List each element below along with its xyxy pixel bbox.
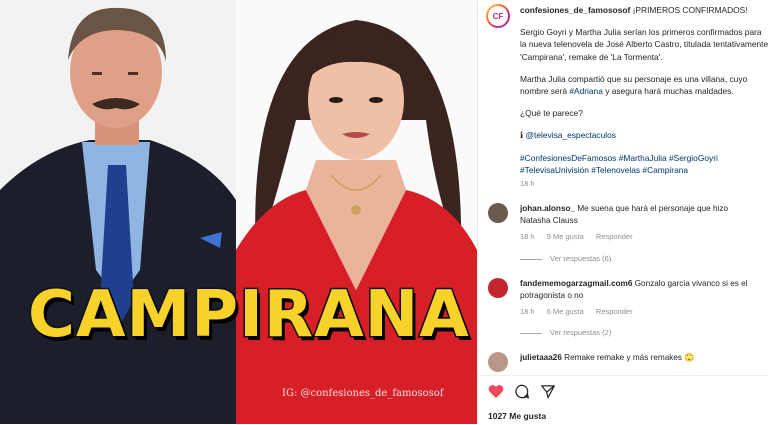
comment-username[interactable]: fandememogarzagmail.com6 [520,279,632,288]
caption-title: ¡PRIMEROS CONFIRMADOS! [632,5,748,15]
comment-text-row: fandememogarzagmail.com6 Gonzalo garcia … [520,278,760,302]
comment-time: 18 h [520,232,535,241]
commenter-avatar[interactable] [488,278,508,298]
action-bar: 1027 Me gusta [478,375,768,425]
comment-time: 18 h [520,307,535,316]
commenter-avatar[interactable] [488,352,508,372]
hashtag-adriana[interactable]: #Adriana [569,86,603,96]
comment-meta: 18 h 9 Me gusta Responder [520,231,760,243]
woman-illustration [236,0,477,424]
post-time: 18 h [520,179,535,189]
comment-meta: 18 h 6 Me gusta Responder [520,306,760,318]
account-avatar[interactable]: CF [486,4,510,28]
caption-text: y asegura hará muchas maldades. [602,86,734,97]
likes-count[interactable]: 1027 Me gusta [488,411,546,421]
caption-header: confesiones_de_famososof ¡PRIMEROS CONFI… [520,4,768,16]
comment-text-row: julietaaa26 Remake remake y más remakes … [520,352,760,364]
share-icon[interactable] [540,384,556,404]
avatar-initials: CF [488,6,508,26]
caption-paragraph-2: Martha Julia compartió que su personaje … [520,73,768,97]
comment-text-row: johan.alonso_ Me suena que hará el perso… [520,203,760,227]
photo-woman [236,0,477,424]
replies-divider [520,258,542,260]
post-username[interactable]: confesiones_de_famososof [520,5,630,15]
comment-body: julietaaa26 Remake remake y más remakes … [520,352,760,364]
view-replies-button[interactable]: Ver respuestas (6) [520,254,611,263]
view-replies-button[interactable]: Ver respuestas (2) [520,328,611,337]
post-image[interactable]: CAMPIRANA IG: @confesiones_de_famososof [0,0,477,424]
action-icons [488,384,556,404]
caption-hashtags: #ConfesionesDeFamosos #MarthaJulia #Serg… [520,152,768,176]
view-replies-label: Ver respuestas (6) [550,254,612,263]
commenter-avatar[interactable] [488,203,508,223]
view-replies-label: Ver respuestas (2) [550,328,612,337]
reply-button[interactable]: Responder [596,232,633,241]
photo-man [0,0,236,424]
reply-button[interactable]: Responder [596,307,633,316]
post-sidebar: CF confesiones_de_famososof ¡PRIMEROS CO… [477,0,768,425]
comment-text: Remake remake y más remakes 🙄 [564,353,695,362]
heart-icon[interactable] [488,384,504,404]
comment-username[interactable]: johan.alonso_ [520,204,575,213]
mention-televisa[interactable]: @televisa_espectaculos [526,130,616,140]
headline-text: CAMPIRANA [27,278,471,352]
comment-username[interactable]: julietaaa26 [520,353,562,362]
caption-source: ℹ @televisa_espectaculos [520,129,768,141]
hashtags-line-2[interactable]: #TelevisaUnivisión #Telenovelas #Campira… [520,165,688,175]
caption-question: ¿Qué te parece? [520,108,583,119]
comment-icon[interactable] [514,384,530,404]
hashtags-line-1[interactable]: #ConfesionesDeFamosos #MarthaJulia #Serg… [520,153,718,163]
comment-body: johan.alonso_ Me suena que hará el perso… [520,203,760,243]
watermark-text: IG: @confesiones_de_famososof [282,388,444,399]
man-illustration [0,0,236,424]
comment-likes[interactable]: 6 Me gusta [547,307,584,316]
comment-body: fandememogarzagmail.com6 Gonzalo garcia … [520,278,760,318]
replies-divider [520,332,542,334]
post-caption: confesiones_de_famososof ¡PRIMEROS CONFI… [520,4,768,190]
comment-likes[interactable]: 9 Me gusta [547,232,584,241]
caption-paragraph-1: Sergio Goyri y Martha Julia serían los p… [520,27,768,62]
